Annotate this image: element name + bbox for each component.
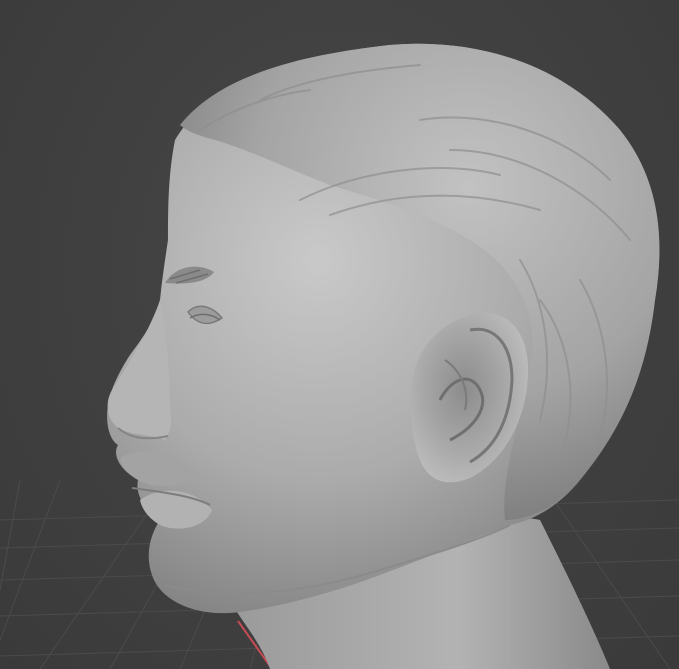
- 3d-viewport[interactable]: [0, 0, 679, 669]
- nose-mesh: [107, 300, 172, 440]
- viewport-canvas[interactable]: [0, 0, 679, 669]
